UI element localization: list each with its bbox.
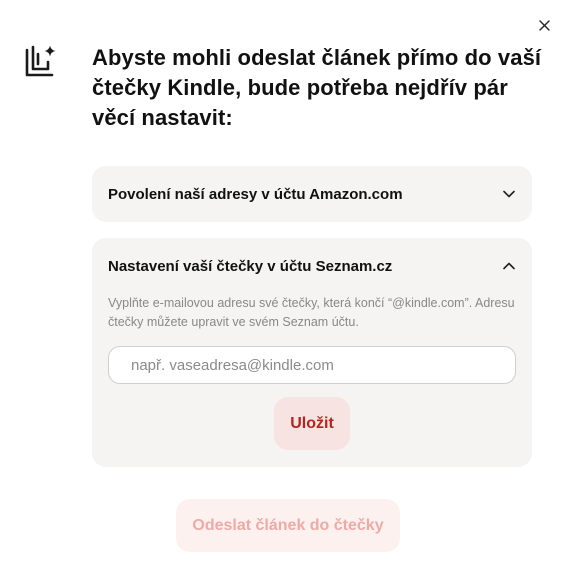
close-button[interactable] [535, 18, 553, 36]
reader-sparkle-icon [24, 44, 58, 78]
send-article-button[interactable]: Odeslat článek do čtečky [176, 499, 400, 552]
amazon-section-header[interactable]: Povolení naší adresy v účtu Amazon.com [108, 166, 516, 222]
seznam-section-description: Vyplňte e-mailovou adresu své čtečky, kt… [108, 296, 515, 329]
save-button[interactable]: Uložit [274, 397, 350, 450]
close-icon[interactable] [538, 18, 550, 36]
kindle-email-input[interactable] [108, 346, 516, 384]
seznam-section-header[interactable]: Nastavení vaší čtečky v účtu Seznam.cz [108, 238, 516, 294]
chevron-down-icon[interactable] [502, 187, 516, 201]
amazon-section: Povolení naší adresy v účtu Amazon.com [92, 166, 532, 222]
amazon-section-title: Povolení naší adresy v účtu Amazon.com [108, 185, 403, 203]
seznam-section-title: Nastavení vaší čtečky v účtu Seznam.cz [108, 257, 393, 275]
chevron-up-icon[interactable] [502, 259, 516, 273]
seznam-section: Nastavení vaší čtečky v účtu Seznam.cz V… [92, 238, 532, 467]
dialog-title: Abyste mohli odeslat článek přímo do vaš… [92, 45, 542, 130]
